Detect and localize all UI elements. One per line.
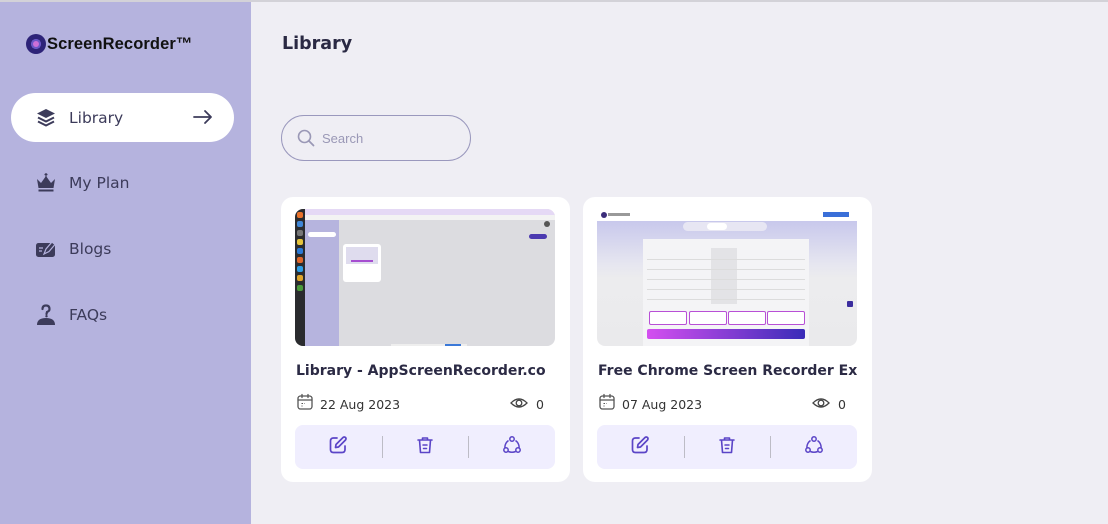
calendar-icon [296, 393, 314, 415]
delete-button[interactable] [381, 425, 469, 469]
share-button[interactable] [468, 425, 555, 469]
trash-icon [717, 435, 737, 459]
edit-icon [630, 435, 650, 459]
top-border [0, 0, 1108, 2]
sidebar-item-library[interactable]: Library [11, 93, 234, 142]
recording-thumbnail[interactable] [597, 209, 857, 346]
recording-thumbnail[interactable] [295, 209, 555, 346]
search-box[interactable] [281, 115, 471, 161]
eye-icon [812, 396, 830, 413]
sidebar-item-my-plan[interactable]: My Plan [11, 158, 234, 207]
delete-button[interactable] [683, 425, 771, 469]
recording-card[interactable]: Library - AppScreenRecorder.co 22 Aug 20… [281, 197, 570, 482]
recording-date: 07 Aug 2023 [622, 396, 703, 412]
card-actions [295, 425, 555, 469]
card-actions [597, 425, 857, 469]
view-count-value: 0 [536, 396, 544, 412]
recording-title[interactable]: Library - AppScreenRecorder.co [296, 363, 546, 379]
share-icon [804, 435, 824, 459]
sidebar-item-faqs[interactable]: FAQs [11, 290, 234, 339]
sidebar-item-label: FAQs [69, 305, 108, 324]
eye-icon [510, 396, 528, 413]
recording-meta: 07 Aug 2023 0 [598, 393, 858, 415]
faq-person-icon [35, 303, 57, 326]
edit-icon [328, 435, 348, 459]
share-button[interactable] [770, 425, 857, 469]
edit-button[interactable] [295, 425, 382, 469]
recording-title[interactable]: Free Chrome Screen Recorder Ex [598, 363, 857, 379]
view-count: 0 [812, 396, 846, 413]
sidebar-item-label: My Plan [69, 173, 130, 192]
sidebar-item-label: Blogs [69, 239, 112, 258]
calendar-icon [598, 393, 616, 415]
recording-meta: 22 Aug 2023 0 [296, 393, 556, 415]
page-title: Library [282, 34, 353, 54]
blog-edit-icon [35, 238, 57, 260]
search-input[interactable] [322, 130, 452, 146]
share-icon [502, 435, 522, 459]
view-count-value: 0 [838, 396, 846, 412]
search-icon [296, 128, 316, 148]
edit-button[interactable] [597, 425, 684, 469]
sidebar-item-label: Library [69, 108, 124, 127]
recording-card[interactable]: Free Chrome Screen Recorder Ex 07 Aug 20… [583, 197, 872, 482]
app-logo[interactable]: ScreenRecorder™ [26, 34, 192, 54]
app-name: ScreenRecorder™ [47, 34, 193, 53]
trash-icon [415, 435, 435, 459]
recording-date: 22 Aug 2023 [320, 396, 401, 412]
view-count: 0 [510, 396, 544, 413]
arrow-right-icon [192, 106, 214, 128]
layers-icon [35, 107, 57, 129]
sidebar-item-blogs[interactable]: Blogs [11, 224, 234, 273]
sidebar: ScreenRecorder™ Library My Plan Blogs FA… [0, 0, 251, 524]
crown-icon [35, 172, 57, 194]
logo-icon [26, 34, 46, 54]
